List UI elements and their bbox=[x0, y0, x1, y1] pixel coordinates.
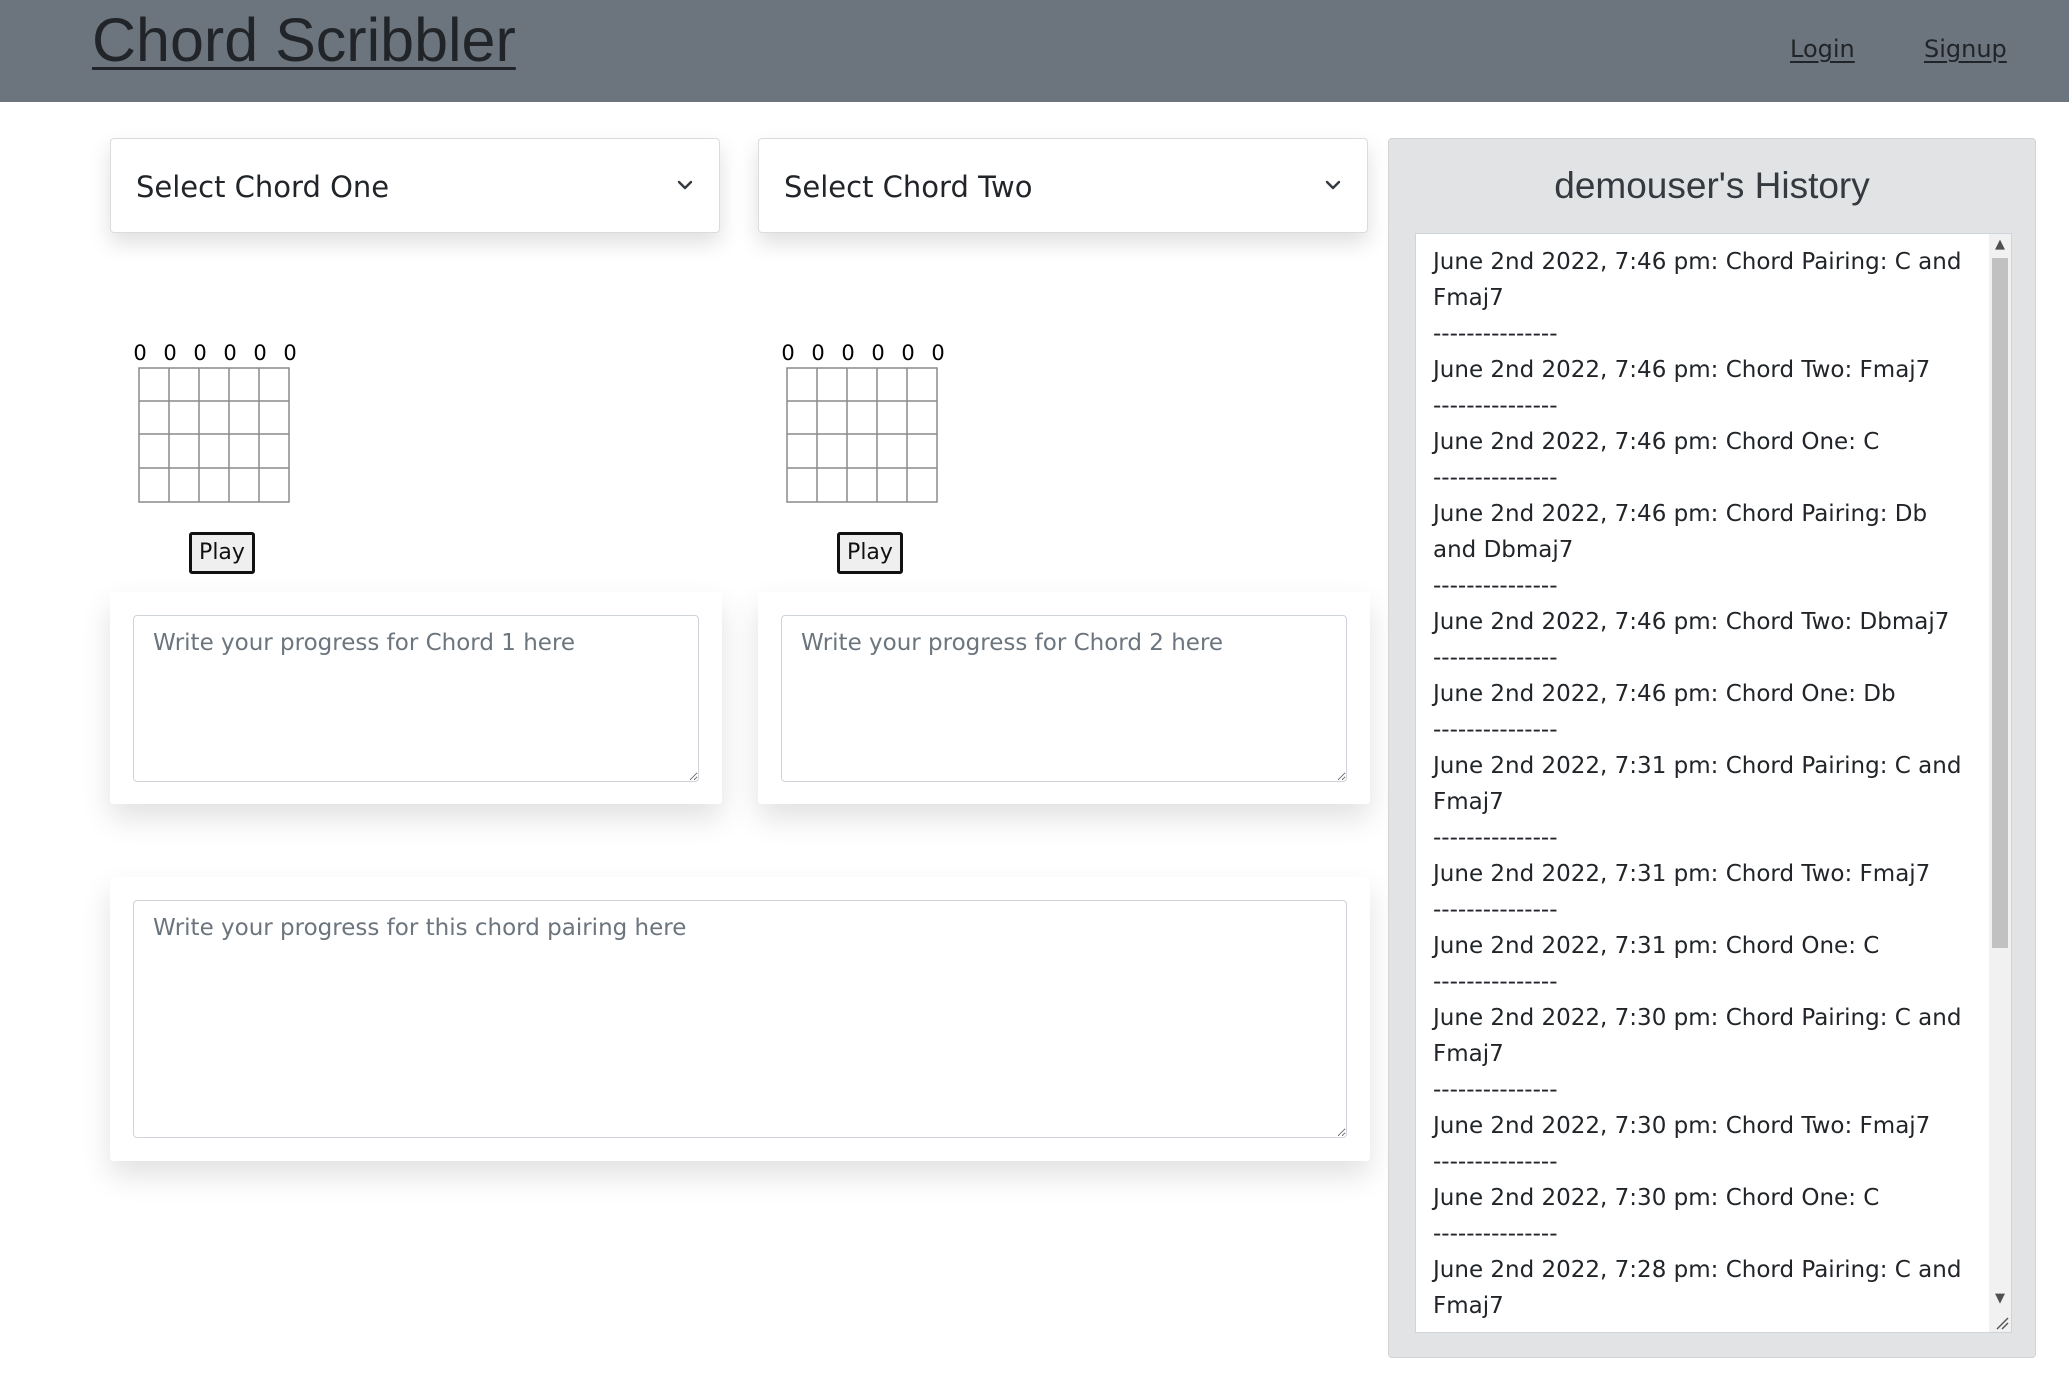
history-entry: June 2nd 2022, 7:46 pm: Chord Two: Fmaj7 bbox=[1433, 357, 1931, 383]
fret-number: 0 bbox=[781, 341, 795, 365]
fret-number: 0 bbox=[841, 341, 855, 365]
pairing-notes-input[interactable] bbox=[133, 900, 1347, 1138]
chevron-down-icon bbox=[1325, 180, 1341, 190]
history-textarea[interactable]: June 2nd 2022, 7:46 pm: Chord Pairing: C… bbox=[1415, 233, 2012, 1333]
history-separator: --------------- bbox=[1433, 645, 1558, 671]
history-separator: --------------- bbox=[1433, 717, 1558, 743]
chord-two-select-label: Select Chord Two bbox=[784, 170, 1033, 204]
history-separator: --------------- bbox=[1433, 1077, 1558, 1103]
history-entry: June 2nd 2022, 7:31 pm: Chord Pairing: C… bbox=[1433, 753, 1962, 815]
history-entry: June 2nd 2022, 7:46 pm: Chord One: Db bbox=[1433, 681, 1896, 707]
fret-number: 0 bbox=[253, 341, 267, 365]
fret-number: 0 bbox=[133, 341, 147, 365]
chord-two-select[interactable]: Select Chord Two bbox=[758, 138, 1368, 233]
history-separator: --------------- bbox=[1433, 1221, 1558, 1247]
chord-one-select-label: Select Chord One bbox=[136, 170, 390, 204]
scroll-thumb[interactable] bbox=[1992, 258, 2008, 948]
chord-two-notes-input[interactable] bbox=[781, 615, 1347, 782]
chord-two-notes-card bbox=[758, 592, 1370, 804]
history-entry: June 2nd 2022, 7:28 pm: Chord Pairing: C… bbox=[1433, 1257, 1962, 1319]
scroll-up-arrow-icon[interactable]: ▲ bbox=[1989, 234, 2011, 256]
fret-number: 0 bbox=[163, 341, 177, 365]
history-title: demouser's History bbox=[1554, 165, 1870, 206]
chord-two-diagram: 0 0 0 0 0 0 bbox=[780, 340, 950, 504]
chevron-down-icon bbox=[677, 180, 693, 190]
fret-number: 0 bbox=[811, 341, 825, 365]
history-separator: --------------- bbox=[1433, 465, 1558, 491]
history-separator: --------------- bbox=[1433, 897, 1558, 923]
history-entry: June 2nd 2022, 7:46 pm: Chord Pairing: C… bbox=[1433, 249, 1962, 311]
chord-one-play-button[interactable]: Play bbox=[189, 532, 255, 574]
chord-one-notes-card bbox=[110, 592, 722, 804]
chord-two-play-button[interactable]: Play bbox=[837, 532, 903, 574]
history-separator: --------------- bbox=[1433, 1149, 1558, 1175]
history-separator: --------------- bbox=[1433, 321, 1558, 347]
history-panel: demouser's History June 2nd 2022, 7:46 p… bbox=[1388, 138, 2036, 1358]
history-entry: June 2nd 2022, 7:31 pm: Chord One: C bbox=[1433, 933, 1880, 959]
resize-grip-icon[interactable] bbox=[1993, 1314, 2009, 1330]
fretboard-grid bbox=[786, 367, 938, 503]
fret-number: 0 bbox=[931, 341, 945, 365]
fretboard-grid bbox=[138, 367, 290, 503]
history-entry: June 2nd 2022, 7:31 pm: Chord Two: Fmaj7 bbox=[1433, 861, 1931, 887]
history-entry: June 2nd 2022, 7:46 pm: Chord Pairing: D… bbox=[1433, 501, 1928, 563]
chord-one-diagram: 0 0 0 0 0 0 bbox=[132, 340, 302, 504]
chord-two-fret-numbers: 0 0 0 0 0 0 bbox=[780, 340, 950, 366]
history-separator: --------------- bbox=[1433, 825, 1558, 851]
signup-link[interactable]: Signup bbox=[1924, 33, 2007, 65]
history-entry: June 2nd 2022, 7:46 pm: Chord Two: Dbmaj… bbox=[1433, 609, 1950, 635]
chord-one-notes-input[interactable] bbox=[133, 615, 699, 782]
history-entry: June 2nd 2022, 7:30 pm: Chord One: C bbox=[1433, 1185, 1880, 1211]
navbar: Chord Scribbler Login Signup bbox=[0, 0, 2069, 102]
history-list: June 2nd 2022, 7:46 pm: Chord Pairing: C… bbox=[1416, 234, 1989, 1332]
chord-one-fret-numbers: 0 0 0 0 0 0 bbox=[132, 340, 302, 366]
history-entry: June 2nd 2022, 7:30 pm: Chord Pairing: C… bbox=[1433, 1005, 1962, 1067]
fret-number: 0 bbox=[283, 341, 297, 365]
history-separator: --------------- bbox=[1433, 393, 1558, 419]
history-entry: June 2nd 2022, 7:46 pm: Chord One: C bbox=[1433, 429, 1880, 455]
scroll-down-arrow-icon[interactable]: ▼ bbox=[1989, 1288, 2011, 1310]
fret-number: 0 bbox=[871, 341, 885, 365]
brand-link[interactable]: Chord Scribbler bbox=[92, 4, 516, 76]
fret-number: 0 bbox=[901, 341, 915, 365]
fret-number: 0 bbox=[223, 341, 237, 365]
login-link[interactable]: Login bbox=[1790, 33, 1855, 65]
history-entry: June 2nd 2022, 7:30 pm: Chord Two: Fmaj7 bbox=[1433, 1113, 1931, 1139]
chord-one-select[interactable]: Select Chord One bbox=[110, 138, 720, 233]
history-scrollbar[interactable]: ▲ ▼ bbox=[1989, 234, 2011, 1332]
fret-number: 0 bbox=[193, 341, 207, 365]
history-separator: --------------- bbox=[1433, 573, 1558, 599]
pairing-notes-card bbox=[110, 877, 1370, 1161]
history-separator: --------------- bbox=[1433, 969, 1558, 995]
